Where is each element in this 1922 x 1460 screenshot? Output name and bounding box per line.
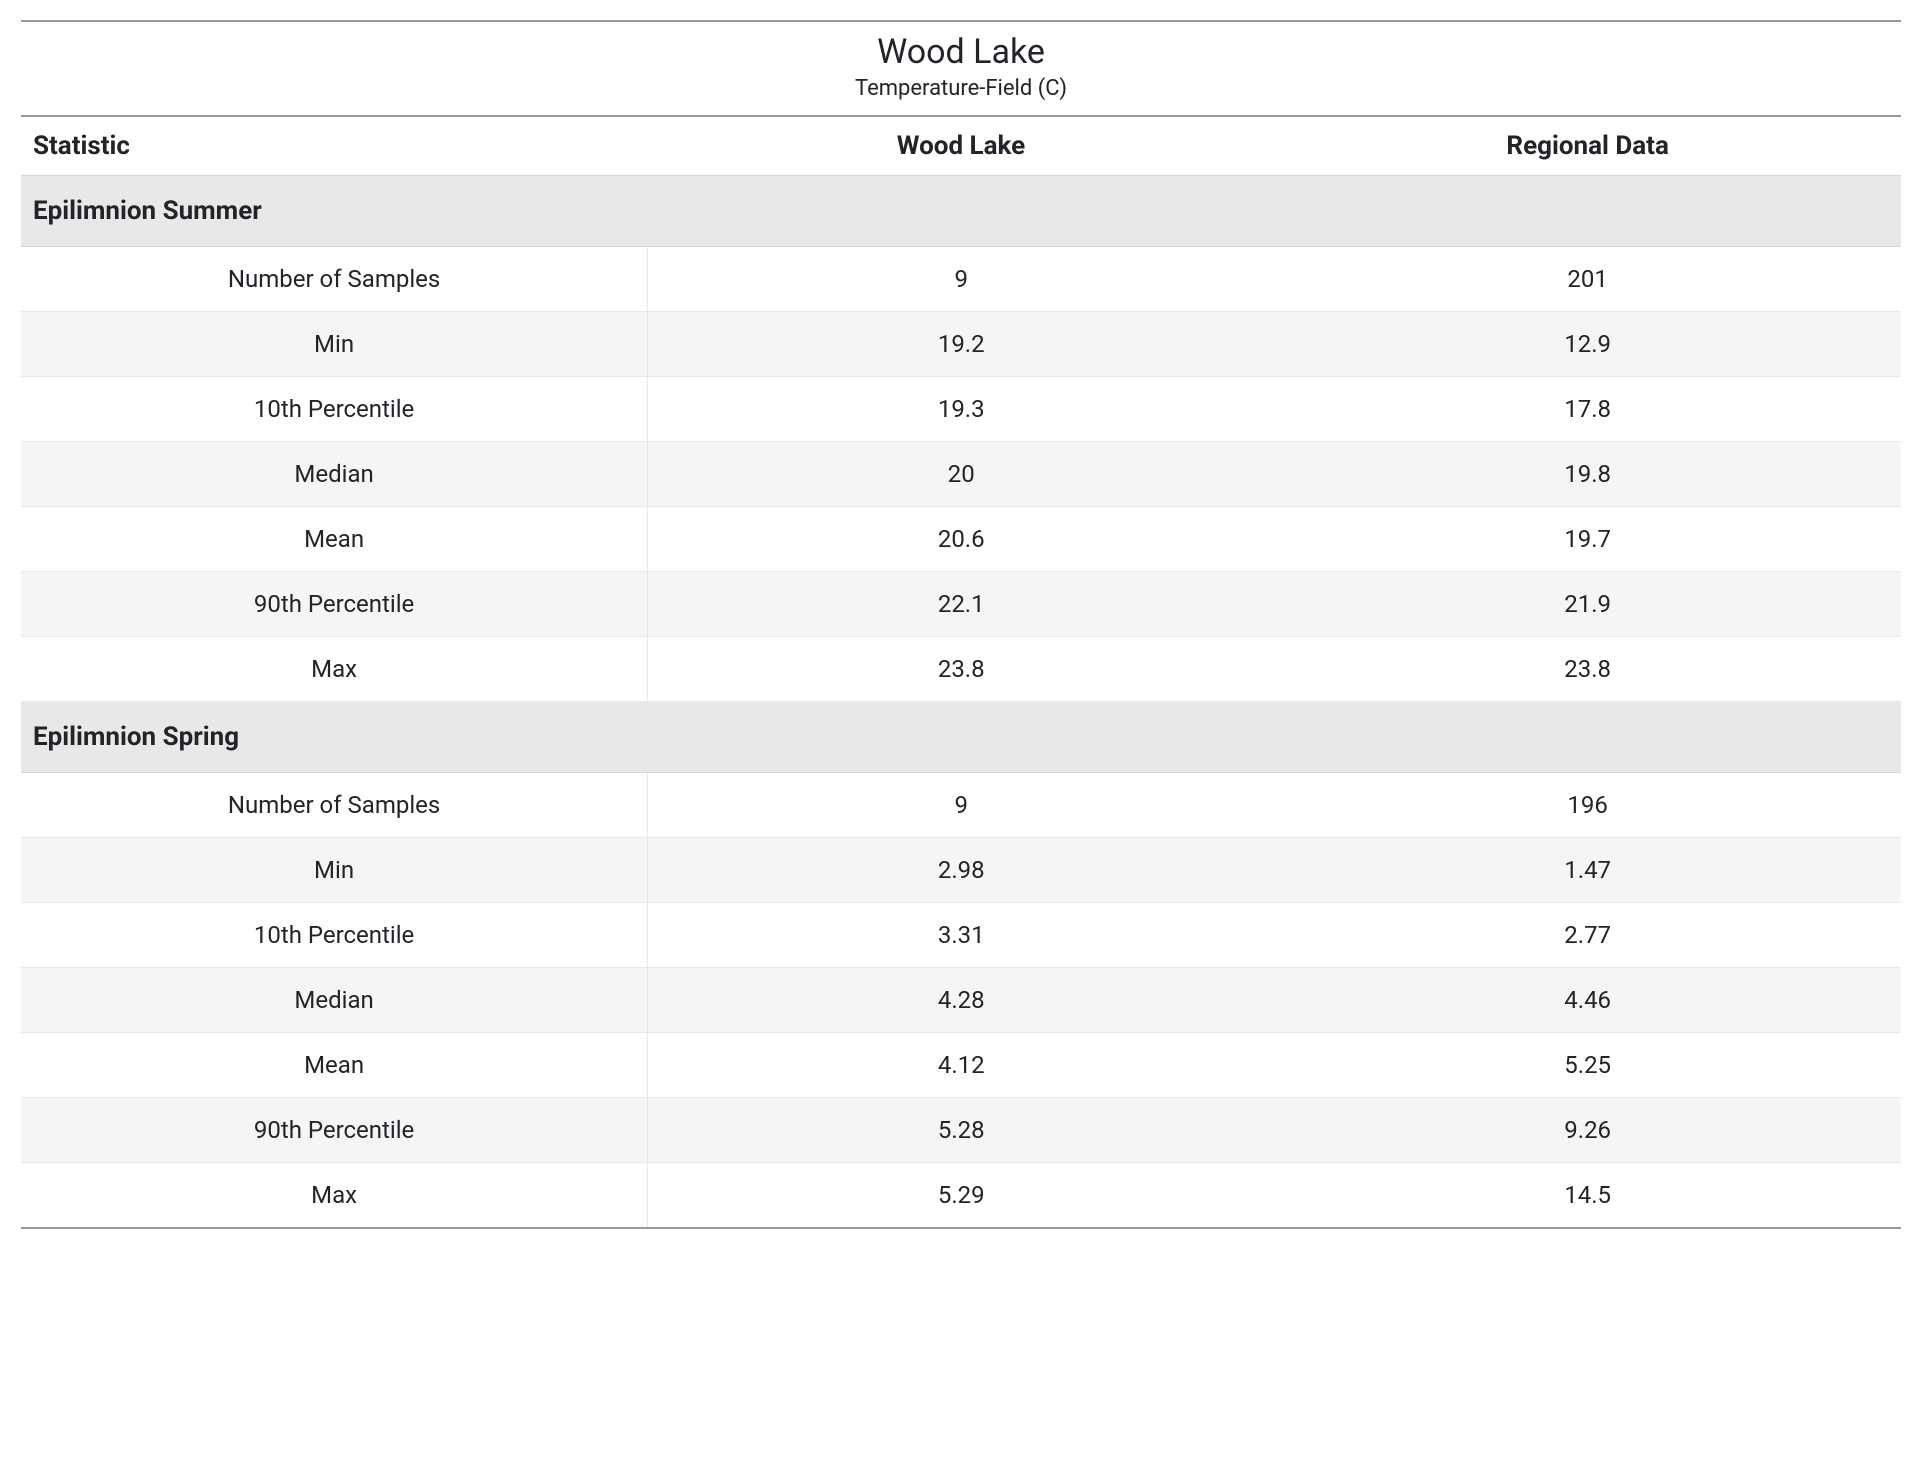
cell-regional-value: 4.46 [1274, 968, 1901, 1033]
cell-regional-value: 5.25 [1274, 1033, 1901, 1098]
cell-statistic: Median [21, 968, 648, 1033]
cell-statistic: 90th Percentile [21, 1098, 648, 1163]
table-row: Number of Samples9201 [21, 247, 1901, 312]
cell-local-value: 4.12 [648, 1033, 1275, 1098]
cell-regional-value: 19.8 [1274, 442, 1901, 507]
cell-regional-value: 1.47 [1274, 838, 1901, 903]
group-header-row: Epilimnion Summer [21, 176, 1901, 247]
cell-local-value: 19.3 [648, 377, 1275, 442]
col-header-local: Wood Lake [648, 116, 1275, 176]
cell-regional-value: 2.77 [1274, 903, 1901, 968]
cell-regional-value: 12.9 [1274, 312, 1901, 377]
cell-regional-value: 196 [1274, 773, 1901, 838]
cell-regional-value: 9.26 [1274, 1098, 1901, 1163]
cell-local-value: 22.1 [648, 572, 1275, 637]
cell-local-value: 20 [648, 442, 1275, 507]
cell-statistic: Min [21, 838, 648, 903]
cell-regional-value: 23.8 [1274, 637, 1901, 702]
cell-statistic: Number of Samples [21, 247, 648, 312]
cell-statistic: Median [21, 442, 648, 507]
table-row: Max5.2914.5 [21, 1163, 1901, 1229]
table-row: 10th Percentile3.312.77 [21, 903, 1901, 968]
table-row: 90th Percentile22.121.9 [21, 572, 1901, 637]
cell-local-value: 9 [648, 247, 1275, 312]
cell-local-value: 2.98 [648, 838, 1275, 903]
cell-statistic: 90th Percentile [21, 572, 648, 637]
cell-statistic: Mean [21, 507, 648, 572]
cell-regional-value: 19.7 [1274, 507, 1901, 572]
cell-statistic: Max [21, 1163, 648, 1229]
cell-local-value: 19.2 [648, 312, 1275, 377]
table-row: Min2.981.47 [21, 838, 1901, 903]
cell-regional-value: 17.8 [1274, 377, 1901, 442]
stats-table-container: Wood Lake Temperature-Field (C) Statisti… [21, 20, 1901, 1229]
cell-local-value: 5.29 [648, 1163, 1275, 1229]
cell-statistic: 10th Percentile [21, 903, 648, 968]
group-header-label: Epilimnion Summer [21, 176, 1901, 247]
table-row: 90th Percentile5.289.26 [21, 1098, 1901, 1163]
cell-statistic: Mean [21, 1033, 648, 1098]
cell-local-value: 9 [648, 773, 1275, 838]
cell-local-value: 4.28 [648, 968, 1275, 1033]
table-row: Max23.823.8 [21, 637, 1901, 702]
cell-statistic: Max [21, 637, 648, 702]
table-row: Number of Samples9196 [21, 773, 1901, 838]
table-row: Mean4.125.25 [21, 1033, 1901, 1098]
table-subtitle: Temperature-Field (C) [21, 76, 1901, 116]
cell-local-value: 3.31 [648, 903, 1275, 968]
col-header-regional: Regional Data [1274, 116, 1901, 176]
cell-regional-value: 14.5 [1274, 1163, 1901, 1229]
cell-local-value: 5.28 [648, 1098, 1275, 1163]
table-body: Epilimnion SummerNumber of Samples9201Mi… [21, 176, 1901, 1229]
table-row: Min19.212.9 [21, 312, 1901, 377]
stats-table: Wood Lake Temperature-Field (C) Statisti… [21, 20, 1901, 1229]
table-row: Median4.284.46 [21, 968, 1901, 1033]
column-header-row: Statistic Wood Lake Regional Data [21, 116, 1901, 176]
table-title: Wood Lake [21, 21, 1901, 76]
col-header-statistic: Statistic [21, 116, 648, 176]
table-row: Mean20.619.7 [21, 507, 1901, 572]
table-row: 10th Percentile19.317.8 [21, 377, 1901, 442]
cell-regional-value: 21.9 [1274, 572, 1901, 637]
cell-regional-value: 201 [1274, 247, 1901, 312]
cell-local-value: 23.8 [648, 637, 1275, 702]
table-row: Median2019.8 [21, 442, 1901, 507]
cell-statistic: Number of Samples [21, 773, 648, 838]
cell-local-value: 20.6 [648, 507, 1275, 572]
cell-statistic: Min [21, 312, 648, 377]
group-header-label: Epilimnion Spring [21, 702, 1901, 773]
cell-statistic: 10th Percentile [21, 377, 648, 442]
group-header-row: Epilimnion Spring [21, 702, 1901, 773]
